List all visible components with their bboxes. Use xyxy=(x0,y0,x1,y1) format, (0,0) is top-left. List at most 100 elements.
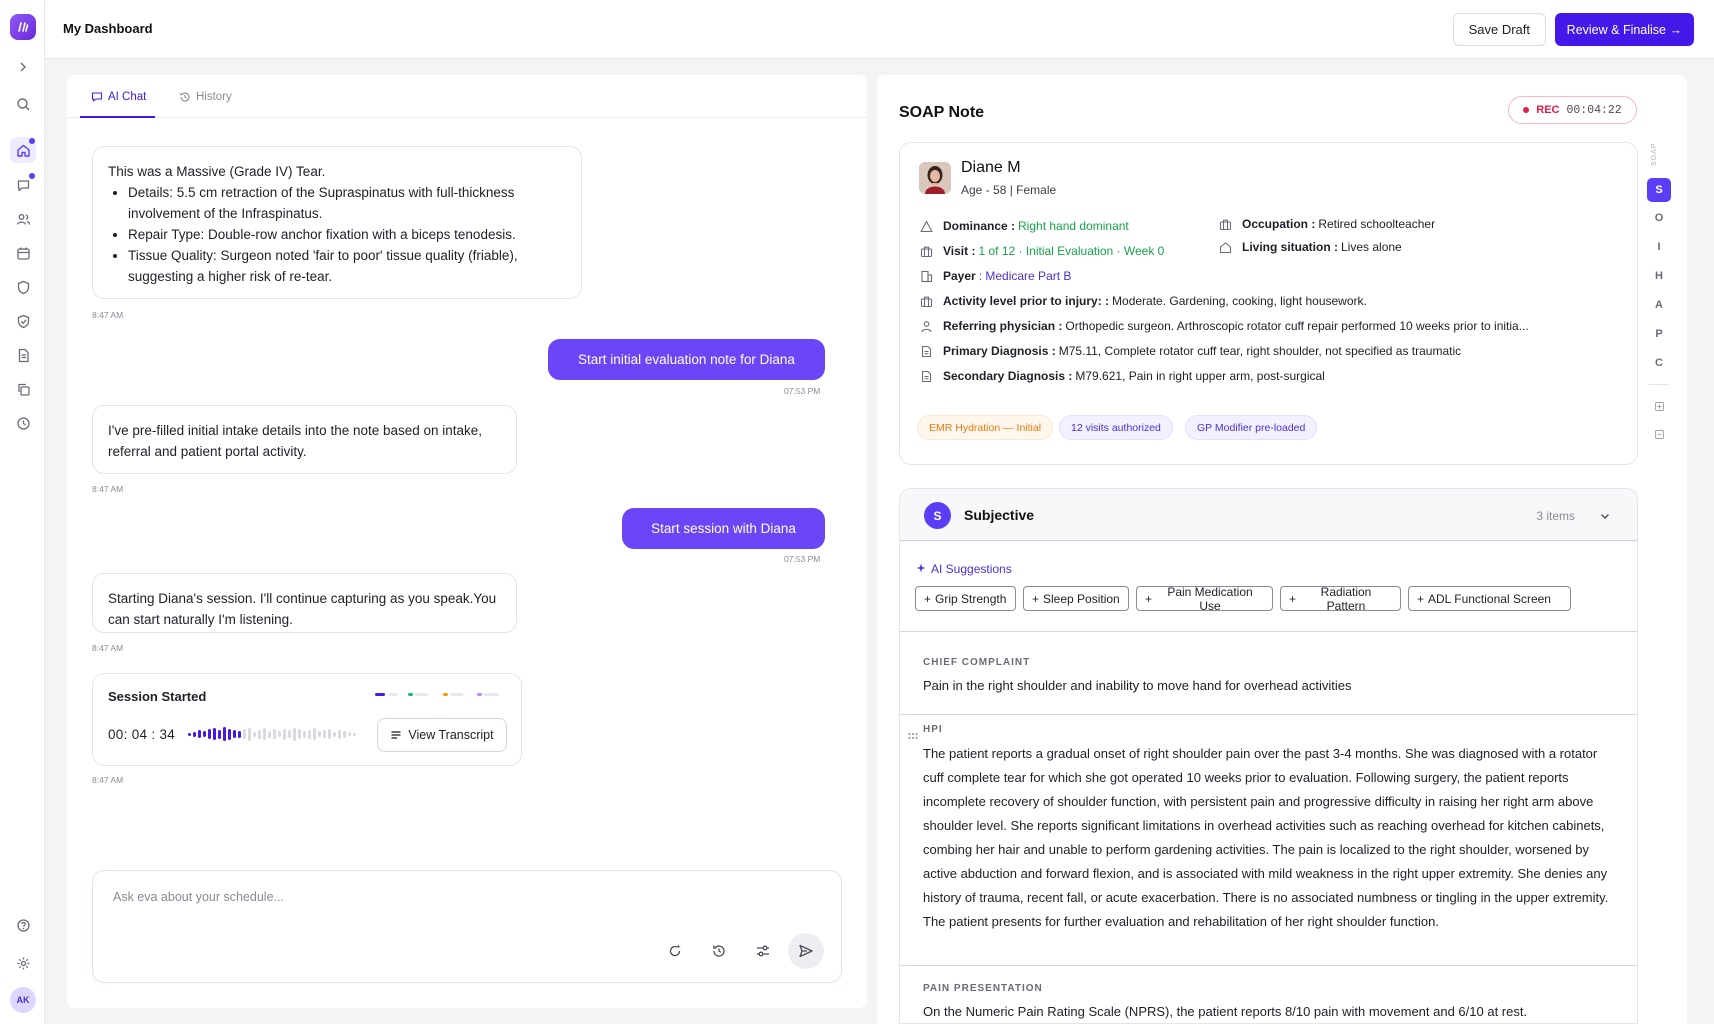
field-value: Retired schoolteacher xyxy=(1318,217,1436,231)
message-timestamp: 8:47 AM xyxy=(92,310,124,320)
message-timestamp: 8:47 AM xyxy=(92,643,124,653)
plus-icon: + xyxy=(1145,591,1153,606)
field-label: Referring physician : xyxy=(943,319,1063,333)
settings-gear-icon[interactable] xyxy=(10,950,36,976)
waveform-bar xyxy=(233,730,236,738)
waveform-bar xyxy=(193,731,196,737)
expand-all-icon[interactable] xyxy=(1647,398,1671,414)
drag-handle-icon[interactable] xyxy=(908,727,918,743)
briefcase-icon xyxy=(919,294,933,308)
clock-icon[interactable] xyxy=(10,410,36,436)
review-finalise-button[interactable]: Review & Finalise → xyxy=(1554,13,1694,46)
pain-presentation-text[interactable]: On the Numeric Pain Rating Scale (NPRS),… xyxy=(923,1000,1527,1023)
session-progress-segment xyxy=(408,693,413,696)
hpi-text[interactable]: The patient reports a gradual onset of r… xyxy=(923,742,1618,934)
suggestion-radiation-pattern[interactable]: + Radiation Pattern xyxy=(1280,584,1401,613)
suggestion-adl-functional-screen[interactable]: + ADL Functional Screen xyxy=(1408,586,1571,611)
chevron-down-icon[interactable] xyxy=(1599,509,1611,525)
copy-icon[interactable] xyxy=(10,376,36,402)
waveform-bar xyxy=(293,727,296,741)
soap-title: SOAP Note xyxy=(899,104,985,121)
ai-chat-panel: AI Chat History This was a Massive (Grad… xyxy=(67,75,867,1008)
filter-sliders-icon[interactable] xyxy=(749,937,777,965)
hpi-label: HPI xyxy=(923,724,943,735)
patient-field-visit: Visit : 1 of 12 · Initial Evaluation · W… xyxy=(919,244,1164,258)
building-icon xyxy=(919,269,933,283)
app-logo[interactable] xyxy=(10,14,36,40)
waveform-bar xyxy=(238,730,241,738)
calendar-icon[interactable] xyxy=(10,240,36,266)
collapse-all-icon[interactable] xyxy=(1647,426,1671,442)
user-avatar[interactable]: AK xyxy=(10,987,36,1013)
chief-complaint-label: CHIEF COMPLAINT xyxy=(923,657,1031,668)
waveform-bar xyxy=(208,729,211,739)
chat-composer xyxy=(92,870,842,983)
patient-field-payer: Payer : Medicare Part B xyxy=(919,269,1071,283)
field-value: M79.621, Pain in right upper arm, post-s… xyxy=(1075,369,1325,383)
patient-field-occupation: Occupation : Retired schoolteacher xyxy=(1218,217,1435,231)
tab-history[interactable]: History xyxy=(179,91,232,103)
waveform-bar xyxy=(228,728,231,740)
chat-input[interactable] xyxy=(113,887,813,907)
save-draft-button[interactable]: Save Draft xyxy=(1452,13,1546,46)
subjective-header[interactable]: S Subjective 3 items xyxy=(900,489,1637,541)
page-title: My Dashboard xyxy=(63,21,153,36)
history-icon xyxy=(180,92,190,102)
home-icon[interactable] xyxy=(10,137,36,163)
session-progress-segment xyxy=(450,693,463,696)
suggestion-pain-medication-use[interactable]: + Pain Medication Use xyxy=(1136,585,1273,613)
assistant-message: This was a Massive (Grade IV) Tear. Deta… xyxy=(92,146,582,299)
send-button[interactable] xyxy=(788,933,824,969)
help-icon[interactable] xyxy=(10,912,36,938)
tab-label: AI Chat xyxy=(108,91,147,103)
soap-vertical-label: SOAP xyxy=(1651,142,1658,166)
tab-ai-chat[interactable]: AI Chat xyxy=(91,91,146,103)
soap-index-s[interactable]: S xyxy=(1647,178,1671,202)
patients-icon[interactable] xyxy=(10,206,36,232)
message-intro: This was a Massive (Grade IV) Tear. xyxy=(108,164,326,179)
divider xyxy=(900,965,1637,966)
waveform-bar xyxy=(348,732,351,736)
waveform-bar xyxy=(268,730,271,738)
list-item: Tissue Quality: Surgeon noted 'fair to p… xyxy=(128,245,566,287)
history-icon[interactable] xyxy=(705,937,733,965)
session-progress-segment xyxy=(477,693,482,696)
soap-index-h[interactable]: H xyxy=(1647,264,1671,288)
document-icon xyxy=(919,369,933,383)
soap-index-c[interactable]: C xyxy=(1647,351,1671,375)
session-progress-segment xyxy=(375,693,385,696)
patient-field-referring-physician: Referring physician : Orthopedic surgeon… xyxy=(919,319,1529,333)
soap-index-a[interactable]: A xyxy=(1647,293,1671,317)
soap-index-i[interactable]: I xyxy=(1647,235,1671,259)
suggestion-label: Radiation Pattern xyxy=(1320,584,1372,613)
chat-icon[interactable] xyxy=(10,172,36,198)
suggestion-grip-strength[interactable]: + Grip Strength xyxy=(915,586,1016,611)
shield-check-icon[interactable] xyxy=(10,308,36,334)
magic-refresh-icon[interactable] xyxy=(661,937,689,965)
waveform-bar xyxy=(263,728,266,740)
field-value: 1 of 12 · Initial Evaluation · Week 0 xyxy=(978,244,1165,258)
suggestion-label: ADL Functional Screen xyxy=(1428,591,1551,606)
pain-presentation-label: PAIN PRESENTATION xyxy=(923,983,1043,994)
visits-authorized-chip: 12 visits authorized xyxy=(1059,415,1173,440)
divider xyxy=(900,714,1637,715)
search-icon[interactable] xyxy=(10,91,36,117)
soap-index-o[interactable]: O xyxy=(1647,206,1671,230)
expand-rail-icon[interactable] xyxy=(10,54,36,80)
waveform-bar xyxy=(308,729,311,739)
soap-index-p[interactable]: P xyxy=(1647,322,1671,346)
view-transcript-button[interactable]: View Transcript xyxy=(377,718,507,752)
briefcase-icon xyxy=(1218,217,1232,231)
session-title: Session Started xyxy=(108,689,207,704)
recording-indicator[interactable]: REC 00:04:22 xyxy=(1508,96,1637,124)
ai-suggestions-text: AI Suggestions xyxy=(931,562,1012,576)
session-progress-segment xyxy=(484,693,499,696)
shield-icon[interactable] xyxy=(10,274,36,300)
field-label: Activity level prior to injury: : xyxy=(943,294,1110,308)
document-icon[interactable] xyxy=(10,342,36,368)
chief-complaint-text[interactable]: Pain in the right shoulder and inability… xyxy=(923,674,1352,698)
patient-meta: Age - 58 | Female xyxy=(961,183,1057,197)
assistant-message: I've pre-filled initial intake details i… xyxy=(92,405,517,474)
suggestion-sleep-position[interactable]: + Sleep Position xyxy=(1023,586,1129,611)
section-badge: S xyxy=(924,502,951,529)
